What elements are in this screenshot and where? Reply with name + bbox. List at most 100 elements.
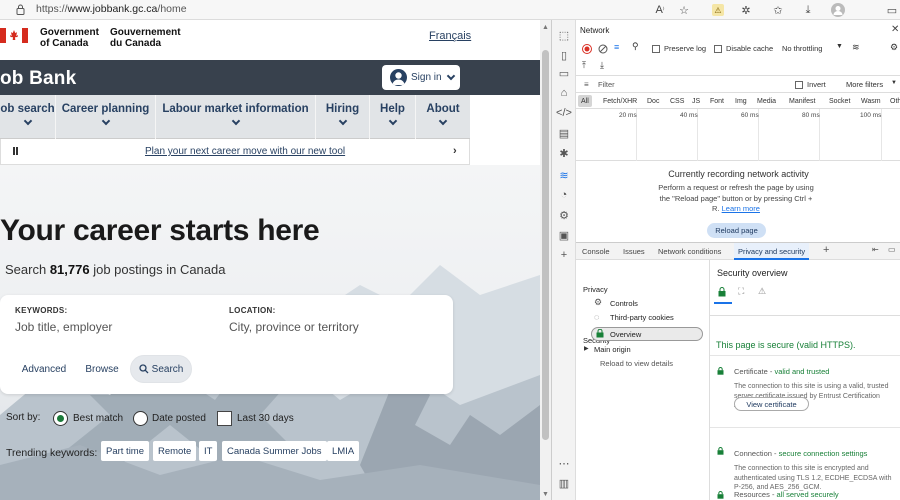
view-certificate-button[interactable]: View certificate — [734, 397, 809, 411]
close-icon[interactable]: ✕ — [891, 24, 899, 35]
console-icon[interactable]: ▤ — [557, 126, 571, 140]
home-icon[interactable]: ⌂ — [557, 86, 571, 100]
trending-tag[interactable]: Canada Summer Jobs — [222, 441, 327, 461]
tree-item-main-origin[interactable]: Main origin — [594, 345, 631, 354]
reload-page-button[interactable]: Reload page — [707, 223, 766, 238]
gov-wordmark-fr[interactable]: Gouvernement du Canada — [110, 27, 181, 49]
trending-tag[interactable]: Remote — [153, 441, 197, 461]
preserve-log-checkbox[interactable] — [652, 45, 660, 53]
sort-date-posted-label[interactable]: Date posted — [152, 413, 206, 424]
profile-avatar-icon[interactable] — [830, 2, 846, 18]
type-filter[interactable]: Wasm — [858, 95, 884, 107]
learn-more-link[interactable]: Learn more — [722, 204, 760, 213]
tree-item-third-party-cookies[interactable]: Third-party cookies — [610, 313, 674, 322]
location-input[interactable]: City, province or territory — [229, 320, 359, 334]
sort-date-posted-radio[interactable] — [133, 411, 148, 426]
throttling-select[interactable]: No throttling — [782, 44, 822, 53]
type-filter[interactable]: CSS — [667, 95, 687, 107]
type-filter[interactable]: Doc — [644, 95, 662, 107]
favorite-star-icon[interactable]: ☆ — [676, 2, 692, 18]
more-tools-icon[interactable]: ⋯ — [557, 456, 571, 470]
last-30-days-checkbox[interactable] — [217, 411, 232, 426]
tab-privacy-security[interactable]: Privacy and security — [734, 243, 810, 260]
tree-item-controls[interactable]: Controls — [610, 299, 638, 308]
scroll-down-arrow-icon[interactable]: ▼ — [542, 491, 549, 498]
scroll-up-arrow-icon[interactable]: ▲ — [542, 24, 549, 31]
device-emulation-icon[interactable]: ▯ — [557, 48, 571, 62]
invert-checkbox[interactable] — [795, 81, 803, 89]
site-title[interactable]: ob Bank — [0, 68, 76, 90]
close-drawer-icon[interactable]: ▭ — [888, 245, 896, 254]
download-har-icon[interactable]: ⤓ — [600, 60, 604, 71]
nav-help[interactable]: Help — [370, 95, 416, 139]
filter-input[interactable]: Filter — [598, 80, 778, 89]
chevron-right-icon[interactable]: › — [453, 145, 457, 157]
trending-tag[interactable]: IT — [199, 441, 218, 461]
favorites-icon[interactable]: ✩ — [770, 2, 786, 18]
gov-wordmark-en[interactable]: Government of Canada — [40, 27, 99, 49]
tree-item-overview[interactable]: Overview — [610, 330, 641, 339]
search-button[interactable]: Search — [130, 355, 192, 383]
type-filter[interactable]: Fetch/XHR — [600, 95, 640, 107]
nav-labour-market[interactable]: Labour market information — [156, 95, 316, 139]
extensions-puzzle-icon[interactable]: ✲ — [738, 2, 754, 18]
nav-career-planning[interactable]: Career planning — [56, 95, 156, 139]
trending-tag[interactable]: LMIA — [327, 441, 360, 461]
sign-in-button[interactable]: Sign in — [382, 65, 460, 90]
page-scrollbar[interactable]: ▲ ▼ — [540, 20, 551, 500]
nav-job-search[interactable]: ob search — [0, 95, 56, 139]
downloads-icon[interactable]: ⤓ — [800, 2, 816, 18]
upload-har-icon[interactable]: ⤒ — [582, 60, 586, 71]
keywords-input[interactable]: Job title, employer — [15, 320, 112, 334]
type-filter[interactable]: Media — [754, 95, 779, 107]
extension-warning-icon[interactable]: ⚠ — [710, 2, 726, 18]
search-icon[interactable]: ⚲ — [632, 41, 639, 52]
last-30-days-label[interactable]: Last 30 days — [237, 413, 294, 424]
add-tab-icon[interactable]: + — [823, 244, 829, 256]
tab-console[interactable]: Console — [582, 247, 610, 256]
application-icon[interactable]: ▣ — [557, 228, 571, 242]
trending-tag[interactable]: Part time — [101, 441, 150, 461]
sort-best-match-label[interactable]: Best match — [73, 413, 123, 424]
type-filter-all[interactable]: All — [578, 95, 592, 107]
tab-network-conditions[interactable]: Network conditions — [658, 247, 721, 256]
url-text[interactable]: https://www.jobbank.gc.ca/home — [36, 3, 187, 15]
disable-cache-checkbox[interactable] — [714, 45, 722, 53]
language-toggle-link[interactable]: Français — [429, 30, 471, 42]
nav-about[interactable]: About — [416, 95, 470, 139]
advanced-button[interactable]: Advanced — [14, 355, 74, 383]
network-wifi-icon[interactable]: ≋ — [557, 168, 571, 182]
lock-icon[interactable] — [16, 4, 25, 15]
welcome-icon[interactable]: ▭ — [557, 66, 571, 80]
type-filter[interactable]: JS — [689, 95, 703, 107]
preserve-log-label[interactable]: Preserve log — [664, 44, 706, 53]
record-icon[interactable] — [582, 44, 592, 54]
sources-bug-icon[interactable]: ✱ — [557, 146, 571, 160]
more-filters-button[interactable]: More filters — [846, 80, 883, 89]
type-filter[interactable]: Oth — [887, 95, 900, 107]
browse-button[interactable]: Browse — [78, 355, 126, 383]
pause-icon[interactable] — [13, 147, 18, 155]
tab-issues[interactable]: Issues — [623, 247, 645, 256]
split-screen-icon[interactable]: ▭ — [884, 2, 900, 18]
dock-icon[interactable]: ▥ — [557, 476, 571, 490]
add-tool-icon[interactable]: + — [557, 248, 571, 262]
settings-gear-icon[interactable]: ⚙ — [890, 42, 898, 53]
settings-gear-icon[interactable]: ⚙ — [557, 208, 571, 222]
type-filter[interactable]: Manifest — [786, 95, 818, 107]
type-filter[interactable]: Socket — [826, 95, 853, 107]
invert-label[interactable]: Invert — [807, 80, 826, 89]
inspect-element-icon[interactable]: ⬚ — [557, 28, 571, 42]
disable-cache-label[interactable]: Disable cache — [726, 44, 773, 53]
sort-best-match-radio[interactable] — [53, 411, 68, 426]
clear-icon[interactable] — [598, 44, 608, 54]
expand-triangle-icon[interactable]: ▶ — [584, 345, 589, 352]
address-bar[interactable]: https://www.jobbank.gc.ca/home A ⁾ ☆ ⚠ ✲ … — [0, 0, 900, 20]
undock-drawer-icon[interactable]: ⇤ — [872, 245, 879, 254]
tree-item-overview-selected[interactable] — [591, 327, 703, 341]
filter-funnel-icon[interactable]: ≡ — [614, 42, 619, 52]
type-filter[interactable]: Img — [732, 95, 750, 107]
performance-icon[interactable]: ◔ — [557, 188, 571, 202]
nav-hiring[interactable]: Hiring — [316, 95, 370, 139]
promo-link[interactable]: Plan your next career move with our new … — [145, 146, 345, 157]
